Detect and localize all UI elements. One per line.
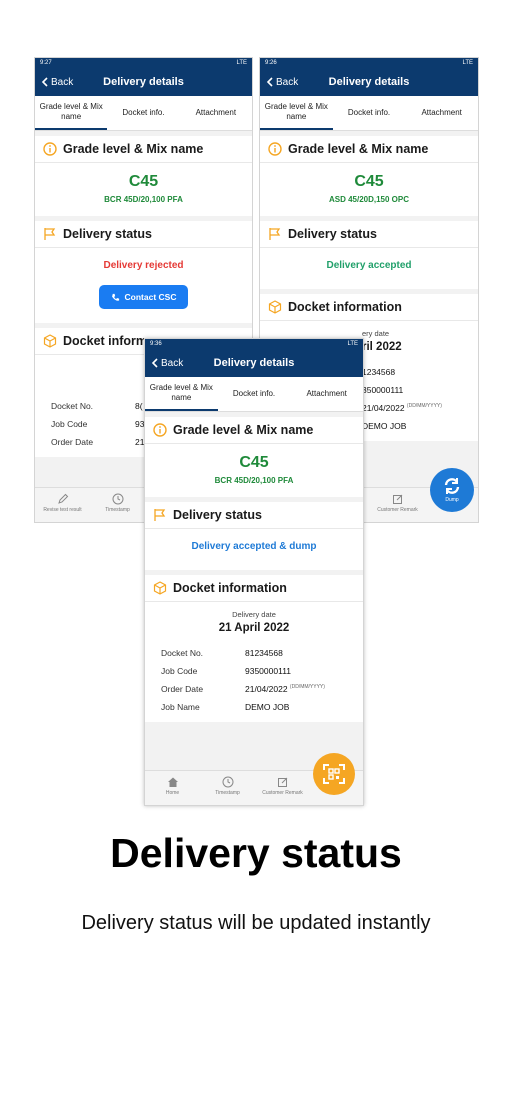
- tab-grade[interactable]: Grade level & Mix name: [35, 96, 108, 130]
- status-section-header: Delivery status: [260, 221, 478, 248]
- grade-section: C45 BCR 45D/20,100 PFA: [145, 444, 363, 497]
- delivery-date-label: ery date: [362, 329, 390, 338]
- mix-name: ASD 45/20D,150 OPC: [328, 195, 410, 204]
- flag-icon: [44, 228, 56, 240]
- info-icon: [268, 142, 282, 156]
- phone-icon: [111, 293, 119, 301]
- nav-bar: Back Delivery details: [35, 68, 252, 96]
- nav-bar: Back Delivery details: [145, 349, 363, 377]
- chevron-left-icon: [151, 358, 158, 368]
- status-section: Delivery accepted: [260, 248, 478, 289]
- status-bar: 9:36 LTE: [145, 339, 363, 349]
- tab-docket[interactable]: Docket info.: [218, 377, 291, 411]
- chevron-left-icon: [41, 77, 48, 87]
- package-icon: [153, 581, 167, 595]
- status-section: Delivery accepted & dump: [145, 529, 363, 570]
- grade-section-header: Grade level & Mix name: [145, 417, 363, 444]
- docket-row: Job Name DEMO JOB: [161, 702, 290, 712]
- time: 9:27: [40, 60, 52, 66]
- timestamp-button[interactable]: Timestamp: [90, 488, 145, 522]
- qr-scan-icon: [323, 764, 345, 784]
- delivery-date-label: Delivery date: [232, 610, 276, 619]
- refresh-icon: [444, 478, 460, 494]
- edit-icon: [392, 494, 402, 504]
- status-bar: 9:26 LTE: [260, 58, 478, 68]
- time: 9:36: [150, 341, 162, 347]
- network: LTE: [462, 60, 473, 66]
- tab-grade[interactable]: Grade level & Mix name: [145, 377, 218, 411]
- revise-test-result-button[interactable]: Revise test result: [35, 488, 90, 522]
- docket-section-header: Docket information: [145, 575, 363, 602]
- tab-attachment[interactable]: Attachment: [405, 96, 478, 130]
- nav-bar: Back Delivery details: [260, 68, 478, 96]
- delivery-status-text: Delivery rejected: [103, 260, 184, 271]
- customer-remark-button[interactable]: Customer Remark: [370, 488, 425, 522]
- flag-icon: [154, 509, 166, 521]
- dump-button[interactable]: Dump: [430, 468, 474, 512]
- docket-row: Docket No. 81234568: [161, 648, 283, 658]
- delivery-status-text: Delivery accepted: [326, 260, 412, 271]
- time: 9:26: [265, 60, 277, 66]
- grade-value: C45: [239, 454, 269, 471]
- customer-remark-button[interactable]: Customer Remark: [255, 771, 310, 805]
- timestamp-button[interactable]: Timestamp: [200, 771, 255, 805]
- phone-screen-accepted-dump: 9:36 LTE Back Delivery details Grade leve…: [144, 338, 364, 806]
- back-button[interactable]: Back: [35, 77, 73, 88]
- tab-bar: Grade level & Mix name Docket info. Atta…: [35, 96, 252, 131]
- subtitle: Delivery status will be updated instantl…: [81, 912, 431, 934]
- edit-icon: [277, 777, 287, 787]
- scan-qr-button[interactable]: [313, 753, 355, 795]
- delivery-date: ril 2022: [362, 341, 402, 353]
- delivery-status-text: Delivery accepted & dump: [191, 541, 317, 552]
- tab-attachment[interactable]: Attachment: [180, 96, 252, 130]
- status-section: Delivery rejected Contact CSC: [35, 248, 252, 323]
- grade-section-header: Grade level & Mix name: [35, 136, 252, 163]
- grade-section: C45 BCR 45D/20,100 PFA: [35, 163, 252, 216]
- tab-bar: Grade level & Mix name Docket info. Atta…: [145, 377, 363, 412]
- grade-value: C45: [354, 173, 384, 190]
- headline: Delivery status: [110, 830, 402, 876]
- delivery-date: 21 April 2022: [218, 622, 290, 634]
- docket-section: Delivery date 21 April 2022 Docket No. 81…: [145, 602, 363, 722]
- docket-row: 21/04/2022 (DD/MM/YYYY): [362, 403, 442, 413]
- docket-row: 1234568: [362, 367, 396, 377]
- docket-row: Job Code 9350000111: [161, 666, 292, 676]
- network: LTE: [236, 60, 247, 66]
- tab-grade[interactable]: Grade level & Mix name: [260, 96, 333, 130]
- back-button[interactable]: Back: [260, 77, 298, 88]
- docket-row: Order Date 21/04/2022 (DD/MM/YYYY): [161, 684, 325, 694]
- docket-row: 350000111: [362, 385, 404, 395]
- tab-docket[interactable]: Docket info.: [333, 96, 406, 130]
- info-icon: [43, 142, 57, 156]
- tab-attachment[interactable]: Attachment: [290, 377, 363, 411]
- docket-section-header: Docket information: [260, 294, 478, 321]
- home-icon: [167, 777, 178, 787]
- chevron-left-icon: [266, 77, 273, 87]
- mix-name: BCR 45D/20,100 PFA: [214, 476, 294, 485]
- grade-section: C45 ASD 45/20D,150 OPC: [260, 163, 478, 216]
- flag-icon: [269, 228, 281, 240]
- tab-docket[interactable]: Docket info.: [107, 96, 179, 130]
- pencil-icon: [57, 493, 68, 504]
- status-section-header: Delivery status: [145, 502, 363, 529]
- info-icon: [153, 423, 167, 437]
- docket-row: DEMO JOB: [362, 421, 407, 431]
- package-icon: [43, 334, 57, 348]
- home-button[interactable]: Home: [145, 771, 200, 805]
- grade-value: C45: [128, 173, 159, 190]
- mix-name: BCR 45D/20,100 PFA: [104, 195, 183, 204]
- package-icon: [268, 300, 282, 314]
- network: LTE: [347, 341, 358, 347]
- back-button[interactable]: Back: [145, 358, 183, 369]
- clock-icon: [222, 776, 233, 788]
- tab-bar: Grade level & Mix name Docket info. Atta…: [260, 96, 478, 131]
- clock-icon: [112, 493, 123, 505]
- status-bar: 9:27 LTE: [35, 58, 252, 68]
- grade-section-header: Grade level & Mix name: [260, 136, 478, 163]
- status-section-header: Delivery status: [35, 221, 252, 248]
- contact-csc-button[interactable]: Contact CSC: [98, 285, 189, 309]
